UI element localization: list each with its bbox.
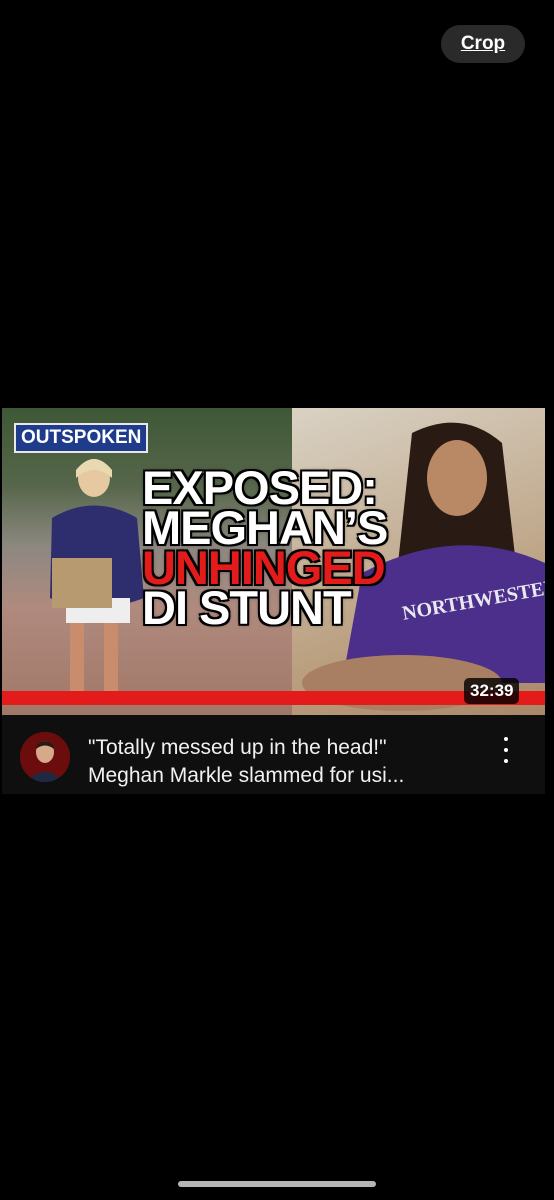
video-title-line-1: "Totally messed up in the head!" [88, 736, 387, 759]
video-title-line-2: Meghan Markle slammed for usi... [88, 764, 405, 787]
kebab-dot [504, 737, 508, 742]
channel-avatar[interactable] [20, 732, 70, 782]
home-indicator[interactable] [178, 1181, 376, 1187]
channel-badge: OUTSPOKEN [14, 423, 149, 453]
kebab-dot [504, 747, 508, 752]
kebab-menu-icon[interactable] [494, 734, 518, 766]
headline-line-4: DI STUNT [142, 581, 352, 634]
video-duration: 32:39 [464, 678, 520, 704]
video-title[interactable]: "Totally messed up in the head!" Meghan … [88, 734, 478, 790]
video-card[interactable]: NORTHWESTERN OUTSPOKEN EXPOSED: MEGHAN’S… [2, 408, 545, 794]
thumbnail-headline: EXPOSED: MEGHAN’S UNHINGED DI STUNT [142, 464, 412, 634]
crop-button[interactable]: Crop [441, 25, 525, 63]
avatar-icon [20, 732, 70, 782]
kebab-dot [504, 758, 508, 763]
video-thumbnail[interactable]: NORTHWESTERN OUTSPOKEN EXPOSED: MEGHAN’S… [2, 408, 545, 715]
